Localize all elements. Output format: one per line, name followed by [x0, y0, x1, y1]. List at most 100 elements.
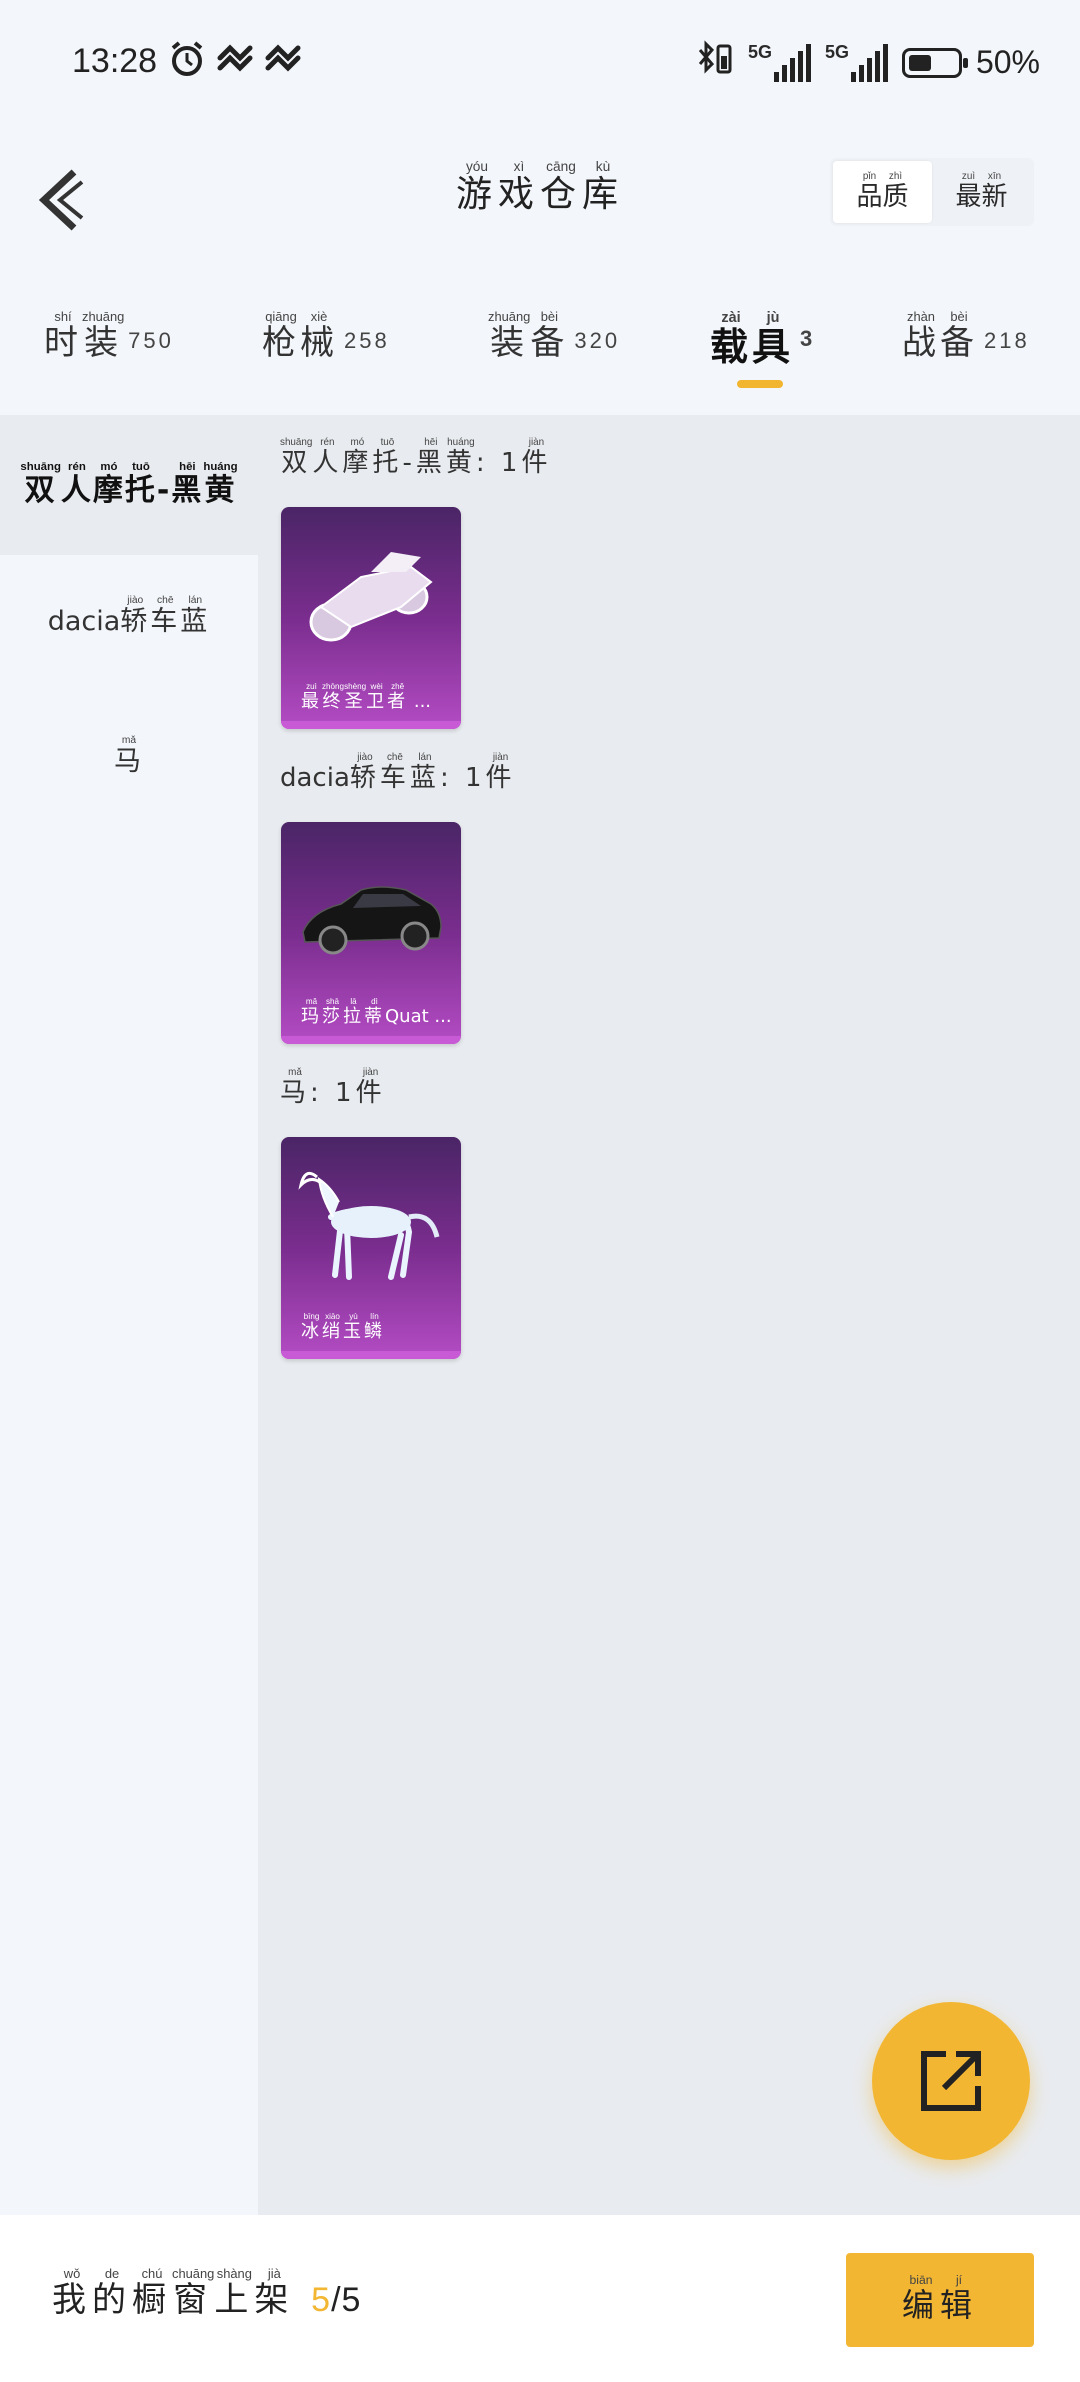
- tab-count: 258: [344, 328, 390, 353]
- sidebar-item-label-char: 车chē: [150, 595, 181, 637]
- sidebar-item-label-char: 双shuāng: [20, 461, 61, 508]
- group-title-prefix: dacia: [280, 763, 350, 793]
- tab-count: 218: [984, 328, 1030, 353]
- tab-3[interactable]: 载zài具jù3: [710, 310, 815, 371]
- item-card-label-char: 冰bīng: [301, 1312, 322, 1342]
- header: 游yóu戏xì仓cāng库kù 品pǐn 质zhì 最zuì 新xīn: [0, 140, 1080, 260]
- sidebar-item[interactable]: dacia轿jiào车chē蓝lán: [0, 595, 258, 638]
- item-card[interactable]: 玛mǎ莎shā拉lā蒂dìQuat ...: [281, 822, 461, 1044]
- tab-label-char: 具jù: [752, 310, 795, 369]
- group-title-char: 车chē: [379, 752, 410, 793]
- item-card-label: 玛mǎ莎shā拉lā蒂dìQuat ...: [301, 997, 451, 1028]
- tab-label-char: 装zhuāng: [488, 309, 531, 363]
- tab-count: 750: [128, 328, 174, 353]
- sidebar-item-label-char: 摩mó: [92, 461, 125, 508]
- tab-label-char: 装zhuāng: [82, 309, 125, 363]
- item-card-label-char: 玉yù: [343, 1312, 364, 1342]
- sort-option-char: 品pǐn: [856, 171, 883, 212]
- title-char: 戏xì: [497, 159, 540, 215]
- sedan-car-image: [302, 886, 442, 955]
- share-button[interactable]: [872, 2002, 1030, 2160]
- bluetooth-battery-icon: [694, 38, 734, 87]
- item-card-rarity-bar: [281, 1036, 461, 1044]
- item-list: 双shuāng人rén摩mó托tuō-黑hēi黄huáng: 1件jiàn 最zu…: [258, 415, 1080, 2215]
- title-char: 游yóu: [455, 159, 498, 215]
- sort-quality-option[interactable]: 品pǐn 质zhì: [833, 161, 932, 223]
- battery-icon: [901, 47, 968, 78]
- item-card-label-char: 终zhōng: [322, 682, 345, 712]
- sort-option-char: 质zhì: [882, 171, 909, 212]
- shelf-current-count: 5: [311, 2281, 332, 2319]
- sidebar-item[interactable]: 双shuāng人rén摩mó托tuō-黑hēi黄huáng: [0, 415, 258, 555]
- item-card-label-char: 卫wèi: [366, 682, 388, 712]
- tab-0[interactable]: 时shí装zhuāng750: [44, 309, 174, 364]
- tab-label-char: 载zài: [710, 310, 753, 369]
- shelf-label-char: 上shàng: [214, 2266, 255, 2320]
- edit-label-char: 辑jí: [940, 2273, 979, 2324]
- sort-toggle: 品pǐn 质zhì 最zuì 新xīn: [830, 158, 1034, 226]
- tab-label-char: 时shí: [44, 309, 82, 363]
- group-unit-char: 件jiàn: [485, 752, 516, 793]
- group-title-char: 黄huáng: [445, 437, 476, 478]
- category-tabs: 时shí装zhuāng750 枪qiāng械xiè258 装zhuāng备bèi32…: [0, 300, 1080, 400]
- group-quantity: : 1: [475, 448, 522, 478]
- item-card-label-char: 圣shèng: [344, 682, 367, 712]
- signal-icon: 5G: [825, 42, 888, 82]
- edit-button[interactable]: 编biān 辑jí: [846, 2253, 1034, 2347]
- item-card-label-suffix: Quat ...: [385, 1006, 451, 1027]
- item-card-label-char: 鳞lín: [364, 1312, 385, 1342]
- sidebar-item-label-char: 蓝lán: [180, 595, 211, 637]
- tab-4[interactable]: 战zhàn备bèi218: [902, 309, 1030, 364]
- item-card-label-char: 蒂dì: [364, 997, 385, 1027]
- group-unit-char: 件jiàn: [521, 437, 552, 478]
- group-title-char: 马mǎ: [280, 1067, 311, 1108]
- share-external-icon: [921, 2051, 981, 2111]
- shelf-total-count: 5: [341, 2281, 362, 2319]
- signal-icon: 5G: [748, 42, 811, 82]
- group-title-char: 人rén: [312, 437, 343, 478]
- item-card[interactable]: 最zuì终zhōng圣shèng卫wèi者zhě ...: [281, 507, 461, 729]
- sort-newest-option[interactable]: 最zuì 新xīn: [932, 161, 1031, 223]
- group-quantity: : 1: [439, 763, 486, 793]
- sidebar: 双shuāng人rén摩mó托tuō-黑hēi黄huáng dacia轿jiào车…: [0, 415, 258, 2215]
- status-time: 13:28: [72, 42, 158, 80]
- group-title-char: 黑hēi: [415, 437, 446, 478]
- app-notification-icon: [216, 40, 254, 87]
- tab-2[interactable]: 装zhuāng备bèi320: [488, 309, 621, 364]
- active-tab-indicator: [737, 380, 783, 388]
- tab-count: 3: [800, 326, 816, 351]
- sidebar-item[interactable]: 马mǎ: [0, 735, 258, 778]
- item-card[interactable]: 冰bīng绡xiāo玉yù鳞lín: [281, 1137, 461, 1359]
- item-card-label-char: 绡xiāo: [322, 1312, 343, 1342]
- group-title: dacia轿jiào车chē蓝lán: 1件jiàn: [280, 752, 516, 794]
- group-title-char: 轿jiào: [349, 752, 380, 793]
- tab-label-char: 备bèi: [530, 309, 569, 363]
- ice-horse-image: [298, 1171, 440, 1280]
- sidebar-item-label-char: 马mǎ: [114, 735, 144, 777]
- sort-option-char: 最zuì: [955, 171, 982, 212]
- tab-label-char: 备bèi: [940, 309, 978, 363]
- group-title: 双shuāng人rén摩mó托tuō-黑hēi黄huáng: 1件jiàn: [280, 437, 551, 479]
- sidebar-item-label-char: 人rén: [60, 461, 93, 508]
- sidebar-item-prefix: dacia: [47, 606, 121, 637]
- item-card-rarity-bar: [281, 1351, 461, 1359]
- battery-percent: 50%: [975, 44, 1040, 80]
- group-title-char: 双shuāng: [280, 437, 313, 478]
- sidebar-item-label-char: 托tuō: [124, 461, 157, 508]
- item-card-label-char: 拉lā: [343, 997, 364, 1027]
- shelf-label-char: 橱chú: [132, 2266, 172, 2320]
- item-card-label: 冰bīng绡xiāo玉yù鳞lín: [301, 1312, 451, 1343]
- group-title-char: -: [402, 448, 416, 478]
- sidebar-item-label-char: 黄huáng: [203, 461, 238, 508]
- sidebar-item-label-char: 黑hēi: [171, 461, 204, 508]
- group-title: 马mǎ: 1件jiàn: [280, 1067, 386, 1109]
- motorcycle-image: [309, 552, 433, 642]
- title-char: 库kù: [582, 159, 625, 215]
- tab-1[interactable]: 枪qiāng械xiè258: [262, 309, 390, 364]
- item-card-label-char: 最zuì: [301, 682, 322, 712]
- showcase-shelf-label: 我wǒ的de橱chú窗chuāng上shàng架jià 5/5: [52, 2266, 362, 2320]
- tab-count: 320: [574, 328, 621, 353]
- tab-label-char: 枪qiāng: [262, 309, 300, 363]
- tab-label-char: 械xiè: [300, 309, 338, 363]
- shelf-label-char: 我wǒ: [52, 2266, 92, 2320]
